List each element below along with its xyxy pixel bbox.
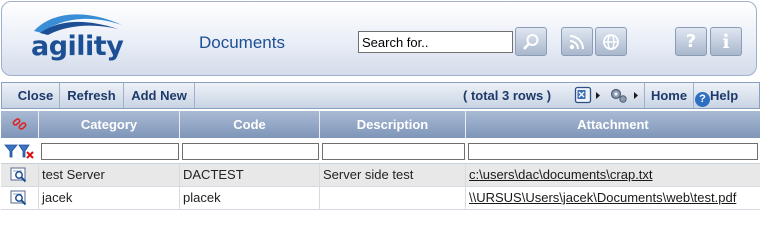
agility-logo-text: agility bbox=[31, 31, 124, 62]
attachment-link[interactable]: \\URSUS\Users\jacek\Documents\web\test.p… bbox=[469, 190, 736, 205]
link-column-header[interactable] bbox=[1, 111, 39, 138]
search-icon bbox=[523, 33, 539, 50]
filter-row bbox=[1, 138, 760, 164]
code-cell: DACTEST bbox=[180, 164, 320, 186]
column-header-attachment[interactable]: Attachment bbox=[466, 111, 760, 138]
help-link[interactable]: ? Help bbox=[695, 83, 738, 108]
home-button[interactable]: Home bbox=[644, 83, 694, 108]
table-row[interactable]: jacek placek \\URSUS\Users\jacek\Documen… bbox=[1, 187, 760, 210]
add-new-button[interactable]: Add New bbox=[124, 83, 195, 108]
help-link-label: Help bbox=[710, 88, 739, 103]
view-cell[interactable] bbox=[1, 187, 39, 209]
attachment-cell: \\URSUS\Users\jacek\Documents\web\test.p… bbox=[466, 187, 760, 209]
view-record-icon bbox=[10, 167, 27, 183]
settings-button[interactable] bbox=[608, 86, 642, 105]
toolbar: Close Refresh Add New ( total 3 rows ) H… bbox=[1, 82, 760, 109]
chevron-right-icon bbox=[596, 92, 600, 99]
globe-icon bbox=[603, 33, 619, 50]
filter-attachment-input[interactable] bbox=[468, 143, 758, 160]
question-mark-icon: ? bbox=[685, 31, 697, 52]
description-cell bbox=[320, 187, 466, 209]
category-cell: test Server bbox=[39, 164, 180, 186]
view-record-icon bbox=[10, 190, 27, 206]
refresh-button[interactable]: Refresh bbox=[60, 83, 124, 108]
link-icon bbox=[12, 118, 26, 130]
column-header-category[interactable]: Category bbox=[39, 111, 180, 138]
column-header-code[interactable]: Code bbox=[180, 111, 320, 138]
rss-icon bbox=[569, 34, 584, 49]
search-input[interactable] bbox=[358, 31, 513, 53]
attachment-cell: c:\users\dac\documents\crap.txt bbox=[466, 164, 760, 186]
help-circle-icon: ? bbox=[695, 92, 710, 107]
description-cell: Server side test bbox=[320, 164, 466, 186]
clear-filter-icon[interactable] bbox=[18, 143, 36, 162]
attachment-link[interactable]: c:\users\dac\documents\crap.txt bbox=[469, 167, 653, 182]
export-icon bbox=[574, 86, 600, 104]
export-button[interactable] bbox=[574, 86, 604, 105]
code-cell: placek bbox=[180, 187, 320, 209]
close-button[interactable]: Close bbox=[12, 83, 60, 108]
rss-button[interactable] bbox=[561, 27, 593, 56]
info-icon: i bbox=[722, 30, 730, 53]
settings-icon bbox=[610, 88, 638, 103]
app-header: agility Documents ? i bbox=[1, 1, 757, 76]
filter-icon[interactable] bbox=[4, 143, 18, 162]
search-button[interactable] bbox=[515, 27, 547, 56]
filter-code-input[interactable] bbox=[182, 143, 319, 160]
view-cell[interactable] bbox=[1, 164, 39, 186]
category-cell: jacek bbox=[39, 187, 180, 209]
filter-description-input[interactable] bbox=[322, 143, 465, 160]
help-button[interactable]: ? bbox=[675, 27, 707, 56]
web-button[interactable] bbox=[595, 27, 627, 56]
table-row[interactable]: test Server DACTEST Server side test c:\… bbox=[1, 164, 760, 187]
column-header-description[interactable]: Description bbox=[320, 111, 466, 138]
info-button[interactable]: i bbox=[710, 27, 742, 56]
row-count-label: ( total 3 rows ) bbox=[463, 88, 552, 103]
filter-category-input[interactable] bbox=[41, 143, 179, 160]
page-title: Documents bbox=[199, 33, 285, 52]
